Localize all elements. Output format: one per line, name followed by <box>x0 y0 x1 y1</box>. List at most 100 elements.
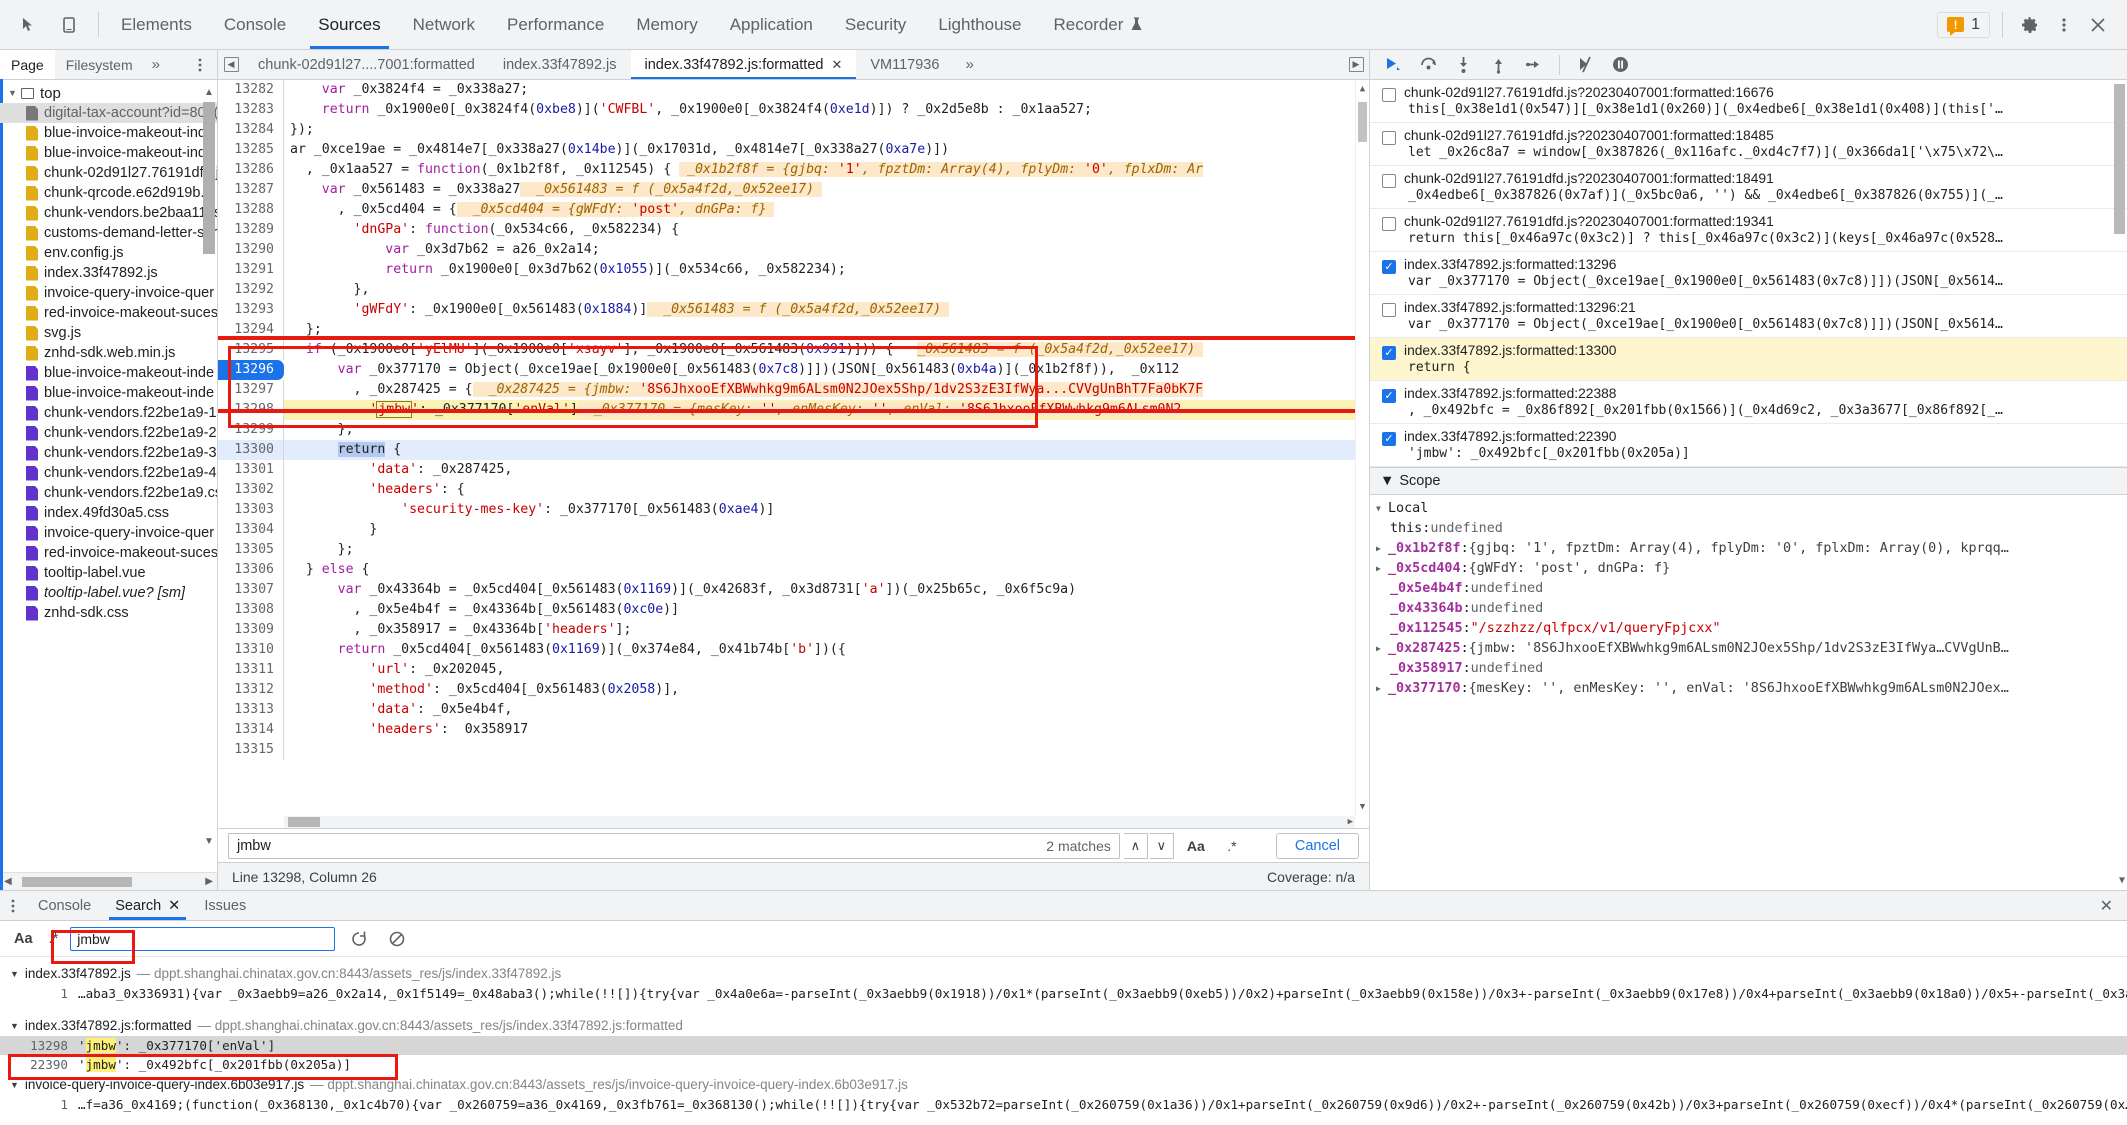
code-line[interactable]: 13282 var _0x3824f4 = _0x338a27; <box>218 80 1355 100</box>
line-number[interactable]: 13302 <box>218 480 284 500</box>
group-twisty-icon[interactable]: ▼ <box>10 1080 19 1090</box>
code-editor[interactable]: 13282 var _0x3824f4 = _0x338a27; 13283 re… <box>218 80 1369 828</box>
file-tree-item[interactable]: tooltip-label.vue <box>0 563 217 583</box>
navigator-tab-page[interactable]: Page <box>0 50 55 79</box>
breakpoint-row[interactable]: chunk-02d91l27.76191dfd.js?20230407001:f… <box>1370 166 2127 209</box>
group-twisty-icon[interactable]: ▼ <box>10 969 19 979</box>
group-twisty-icon[interactable]: ▼ <box>10 1021 19 1031</box>
drawer-tab-close-icon[interactable]: ✕ <box>168 898 180 914</box>
breakpoint-checkbox[interactable] <box>1382 174 1396 188</box>
scope-variables[interactable]: ▼ ▼ Local this: undefined ▶ _0x1b2f8f: {gjbq… <box>1370 495 2127 890</box>
line-number[interactable]: 13291 <box>218 260 284 280</box>
file-tree[interactable]: ▲ ▼ ▼ top digital-tax-account?id=800(blue-… <box>0 80 217 872</box>
scope-scroll-down-icon[interactable]: ▼ <box>2119 875 2125 886</box>
breakpoint-row[interactable]: ✓ index.33f47892.js:formatted:22390 'jmbw'… <box>1370 424 2127 467</box>
drawer-close-icon[interactable]: ✕ <box>2086 891 2127 920</box>
breakpoint-checkbox[interactable] <box>1382 303 1396 317</box>
tree-twisty-icon[interactable]: ▼ <box>8 88 21 98</box>
code-scroll-thumb[interactable] <box>1358 102 1367 142</box>
find-next-button[interactable]: ∨ <box>1149 832 1174 859</box>
file-tree-item[interactable]: invoice-query-invoice-quer <box>0 283 217 303</box>
line-number[interactable]: 13289 <box>218 220 284 240</box>
search-regex-toggle[interactable]: .* <box>47 931 61 947</box>
tab-memory[interactable]: Memory <box>620 0 713 49</box>
code-line[interactable]: 13307 var _0x43364b = _0x5cd404[_0x56148… <box>218 580 1355 600</box>
line-number[interactable]: 13292 <box>218 280 284 300</box>
code-hscroll-right-icon[interactable]: ▶ <box>1348 816 1353 828</box>
line-number[interactable]: 13296 <box>218 360 284 380</box>
line-number[interactable]: 13301 <box>218 460 284 480</box>
file-tree-item[interactable]: chunk-vendors.f22be1a9-1. <box>0 403 217 423</box>
pause-on-exceptions-icon[interactable] <box>1611 55 1630 74</box>
scope-twisty-icon[interactable]: ▼ <box>1380 473 1394 489</box>
code-line[interactable]: 13309 , _0x358917 = _0x43364b['headers']… <box>218 620 1355 640</box>
code-line[interactable]: 13283 return _0x1900e0[_0x3824f4(0xbe8)]… <box>218 100 1355 120</box>
code-line[interactable]: 13286 , _0x1aa527 = function(_0x1b2f8f, … <box>218 160 1355 180</box>
code-line[interactable]: 13292 }, <box>218 280 1355 300</box>
scope-expand-icon[interactable]: ▶ <box>1376 684 1388 693</box>
navigator-scroll-down-icon[interactable]: ▼ <box>202 834 216 848</box>
code-line[interactable]: 13301 'data': _0x287425, <box>218 460 1355 480</box>
file-tree-item[interactable]: chunk-qrcode.e62d919b.js <box>0 183 217 203</box>
tab-recorder[interactable]: Recorder <box>1038 0 1160 49</box>
line-number[interactable]: 13300 <box>218 440 284 460</box>
line-content[interactable]: ar _0xce19ae = _0x4814e7[_0x338a27(0x14b… <box>284 140 949 160</box>
line-number[interactable]: 13304 <box>218 520 284 540</box>
scope-section-header[interactable]: ▼ Scope <box>1370 467 2127 495</box>
line-number[interactable]: 13312 <box>218 680 284 700</box>
scroll-thumb[interactable] <box>21 876 132 887</box>
line-content[interactable]: 'security-mes-key': _0x377170[_0x561483(… <box>284 500 774 520</box>
scroll-left-icon[interactable]: ◀ <box>4 876 12 887</box>
code-line[interactable]: 13312 'method': _0x5cd404[_0x561483(0x20… <box>218 680 1355 700</box>
breakpoint-location[interactable]: index.33f47892.js:formatted:13300 <box>1404 343 2117 358</box>
code-line[interactable]: 13291 return _0x1900e0[_0x3d7b62(0x1055)… <box>218 260 1355 280</box>
line-number[interactable]: 13309 <box>218 620 284 640</box>
line-content[interactable] <box>284 740 290 760</box>
warning-count-badge[interactable]: ! 1 <box>1937 11 1990 38</box>
breakpoint-row[interactable]: chunk-02d91l27.76191dfd.js?20230407001:f… <box>1370 123 2127 166</box>
find-match-case-toggle[interactable]: Aa <box>1182 833 1210 859</box>
line-content[interactable]: var _0x377170 = Object(_0xce19ae[_0x1900… <box>284 360 1180 380</box>
breakpoint-checkbox[interactable]: ✓ <box>1382 346 1396 360</box>
line-content[interactable]: }); <box>284 120 314 140</box>
navigator-vertical-scrollbar[interactable] <box>203 102 215 254</box>
file-tree-item[interactable]: znhd-sdk.web.min.js <box>0 343 217 363</box>
line-number[interactable]: 13286 <box>218 160 284 180</box>
line-content[interactable]: 'url': _0x202045, <box>284 660 504 680</box>
close-icon[interactable] <box>2083 10 2113 40</box>
scroll-right-icon[interactable]: ▶ <box>205 876 213 887</box>
line-content[interactable]: 'data': _0x287425, <box>284 460 512 480</box>
line-content[interactable]: , _0x5e4b4f = _0x43364b[_0x561483(0xc0e)… <box>284 600 680 620</box>
scope-variable-row[interactable]: _0x43364b: undefined <box>1376 598 2127 618</box>
line-number[interactable]: 13282 <box>218 80 284 100</box>
find-regex-toggle[interactable]: .* <box>1218 833 1246 859</box>
search-result-group[interactable]: ▼ index.33f47892.js:formatted — dppt.shang… <box>0 1015 2127 1036</box>
step-icon[interactable] <box>1524 55 1543 74</box>
breakpoint-location[interactable]: chunk-02d91l27.76191dfd.js?20230407001:f… <box>1404 128 2117 143</box>
editor-tab-index-js[interactable]: index.33f47892.js <box>489 50 631 79</box>
file-tree-item[interactable]: red-invoice-makeout-suces <box>0 303 217 323</box>
line-content[interactable]: , _0x287425 = { _0x287425 = {jmbw: '8S6J… <box>284 380 1204 400</box>
line-number[interactable]: 13295 <box>218 340 284 360</box>
search-result-line[interactable]: 1 …f=a36_0x4169;(function(_0x368130,_0x1c… <box>0 1095 2127 1114</box>
line-number[interactable]: 13299 <box>218 420 284 440</box>
clear-icon[interactable] <box>383 930 411 948</box>
code-vertical-scrollbar[interactable]: ▲ ▼ <box>1355 80 1369 816</box>
scope-expand-icon[interactable]: ▼ <box>1376 504 1388 513</box>
code-line[interactable]: 13297 , _0x287425 = { _0x287425 = {jmbw:… <box>218 380 1355 400</box>
line-number[interactable]: 13315 <box>218 740 284 760</box>
search-result-group[interactable]: ▼ index.33f47892.js — dppt.shanghai.chinat… <box>0 963 2127 984</box>
code-line[interactable]: 13299 }; <box>218 420 1355 440</box>
tab-security[interactable]: Security <box>829 0 922 49</box>
scope-variable-row[interactable]: ▼ Local <box>1376 498 2127 518</box>
step-over-icon[interactable] <box>1419 55 1438 74</box>
scope-expand-icon[interactable]: ▶ <box>1376 564 1388 573</box>
search-result-group[interactable]: ▼ invoice-query-invoice-query-index.6b03e… <box>0 1074 2127 1095</box>
line-number[interactable]: 13287 <box>218 180 284 200</box>
editor-tabs-scroll-right-icon[interactable]: ▶ <box>1343 50 1369 79</box>
search-match-case-toggle[interactable]: Aa <box>10 931 37 947</box>
breakpoint-location[interactable]: chunk-02d91l27.76191dfd.js?20230407001:f… <box>1404 171 2117 186</box>
code-line[interactable]: 13313 'data': _0x5e4b4f, <box>218 700 1355 720</box>
breakpoint-location[interactable]: index.33f47892.js:formatted:13296 <box>1404 257 2117 272</box>
scope-variable-row[interactable]: ▶ _0x5cd404: {gWFdY: 'post', dnGPa: f} <box>1376 558 2127 578</box>
